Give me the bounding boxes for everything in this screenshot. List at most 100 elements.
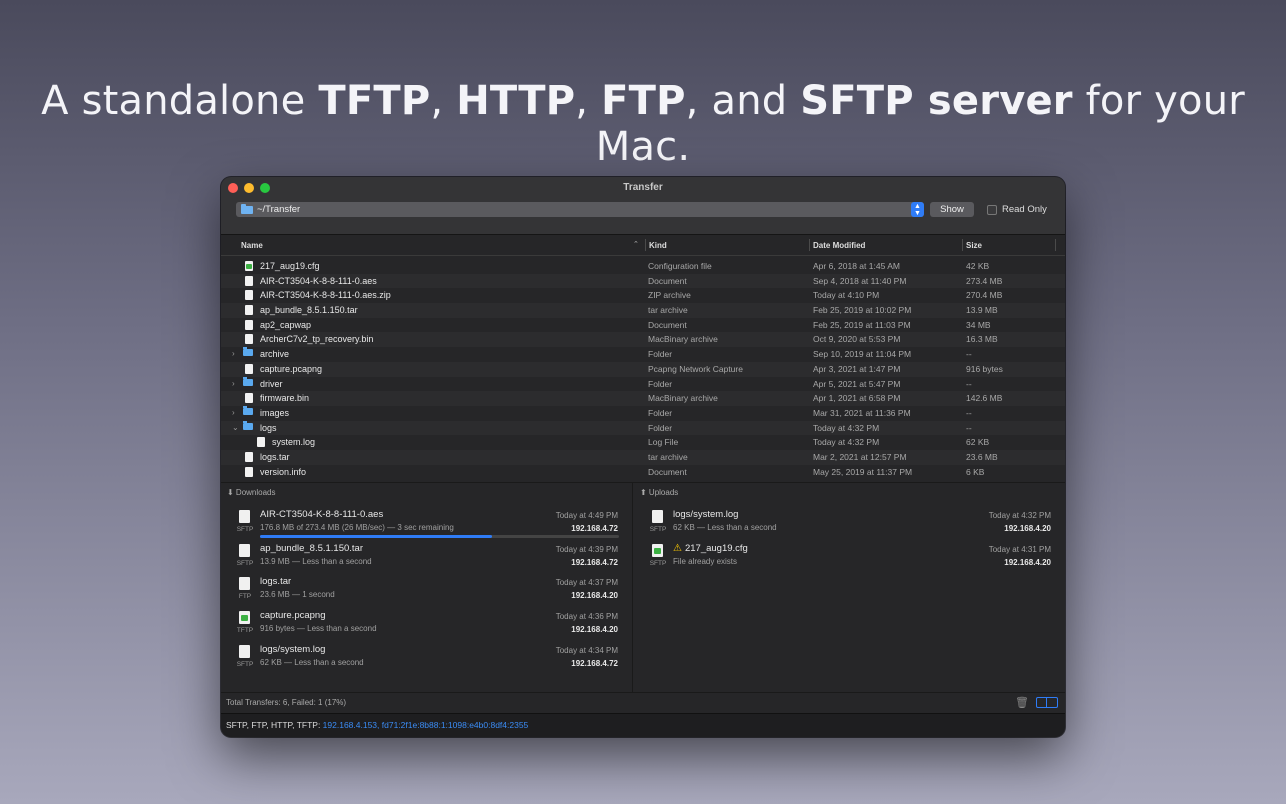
file-date: Mar 31, 2021 at 11:36 PM xyxy=(813,407,911,418)
disclosure-triangle-icon[interactable]: › xyxy=(232,408,235,417)
transfer-file-name: logs/system.log xyxy=(673,509,739,520)
file-name: logs xyxy=(260,422,277,433)
file-name: system.log xyxy=(272,437,316,448)
column-divider[interactable] xyxy=(809,239,810,251)
file-date: May 25, 2019 at 11:37 PM xyxy=(813,466,913,477)
transfer-item[interactable]: SFTP AIR-CT3504-K-8-8-111-0.aes 176.8 MB o… xyxy=(221,507,632,540)
transfer-item[interactable]: SFTP logs/system.log 62 KB — Less than a s… xyxy=(634,507,1065,540)
file-list[interactable]: 217_aug19.cfg Configuration file Apr 6, 20… xyxy=(221,256,1065,482)
transfer-detail: 62 KB — Less than a second xyxy=(260,657,364,667)
protocol-badge: FTP xyxy=(238,593,252,601)
transfer-item[interactable]: SFTP ap_bundle_8.5.1.150.tar 13.9 MB — Les… xyxy=(221,541,632,574)
file-size: 273.4 MB xyxy=(966,275,1003,286)
transfer-ip: 192.168.4.72 xyxy=(571,658,618,668)
protocol-badge: SFTP xyxy=(236,526,254,533)
document-icon xyxy=(245,290,253,301)
file-icon xyxy=(239,510,250,523)
path-popup[interactable]: ~/Transfer ▲ ▼ xyxy=(236,202,924,217)
column-date[interactable]: Date Modified xyxy=(813,241,865,250)
disclosure-triangle-icon[interactable]: › xyxy=(232,379,235,388)
transfer-time: Today at 4:32 PM xyxy=(988,511,1051,520)
file-size: 34 MB xyxy=(966,319,991,330)
transfer-ip: 192.168.4.72 xyxy=(571,524,618,533)
trash-icon[interactable]: 🗑 xyxy=(1015,696,1029,709)
file-kind: Document xyxy=(648,319,687,330)
file-date: Apr 6, 2018 at 1:45 AM xyxy=(813,261,900,271)
disclosure-triangle-icon[interactable]: › xyxy=(232,349,235,358)
file-row[interactable]: ArcherC7v2_tp_recovery.bin MacBinary arch… xyxy=(221,332,1065,348)
transfer-item[interactable]: SFTP logs/system.log 62 KB — Less than a s… xyxy=(221,642,632,675)
file-row[interactable]: › driver Folder Apr 5, 2021 at 5:47 PM -- xyxy=(221,376,1065,392)
transfer-file-name: capture.pcapng xyxy=(260,610,326,622)
transfer-detail: 23.6 MB — 1 second xyxy=(260,590,335,600)
file-row[interactable]: system.log Log File Today at 4:32 PM 62 KB xyxy=(221,435,1065,450)
column-name[interactable]: Name xyxy=(241,241,263,250)
transfer-file-name: logs.tar xyxy=(260,576,292,588)
app-window: Transfer ~/Transfer ▲ ▼ Show Read Only Na… xyxy=(221,177,1065,737)
headline-text: , and xyxy=(685,78,801,124)
file-kind: Folder xyxy=(648,378,673,389)
transfer-detail: 13.9 MB — Less than a second xyxy=(260,556,372,566)
transfer-detail: File already exists xyxy=(673,556,738,566)
document-icon xyxy=(245,334,253,345)
transfer-detail: 916 bytes — Less than a second xyxy=(260,624,377,634)
file-row[interactable]: 217_aug19.cfg Configuration file Apr 6, 20… xyxy=(221,259,1065,274)
file-row[interactable]: › archive Folder Sep 10, 2019 at 11:04 PM -- xyxy=(221,347,1065,362)
path-label: ~/Transfer xyxy=(257,204,301,215)
server-addresses[interactable]: 192.168.4.153, fd71:2f1e:8b88:1:1098:e4b… xyxy=(323,720,529,730)
transfer-item[interactable]: SFTP ⚠ 217_aug19.cfg File already exists Tod… xyxy=(634,541,1065,574)
show-button[interactable]: Show xyxy=(930,202,974,217)
file-date: Feb 25, 2019 at 11:03 PM xyxy=(813,319,911,330)
transfer-detail: 62 KB — Less than a second xyxy=(673,523,777,532)
transfer-name: ap_bundle_8.5.1.150.tar xyxy=(260,543,363,554)
transfer-time: Today at 4:39 PM xyxy=(555,544,618,554)
transfers-panes: ⬇ Downloads SFTP AIR-CT3504-K-8-8-111-0.a… xyxy=(221,482,1065,693)
transfer-file-name: AIR-CT3504-K-8-8-111-0.aes xyxy=(260,509,384,520)
read-only-toggle[interactable]: Read Only xyxy=(987,204,1047,215)
headline-bold: SFTP server xyxy=(800,78,1073,124)
document-icon xyxy=(245,393,253,404)
headline-bold: FTP xyxy=(601,78,686,124)
split-panes-icon[interactable] xyxy=(1036,697,1058,708)
transfer-ip: 192.168.4.20 xyxy=(571,591,618,601)
file-size: 16.3 MB xyxy=(966,334,998,345)
progress-bar xyxy=(260,535,619,538)
file-kind: Pcapng Network Capture xyxy=(648,363,743,374)
file-date: Sep 4, 2018 at 11:40 PM xyxy=(813,275,907,286)
column-divider[interactable] xyxy=(1055,239,1056,251)
file-kind: Log File xyxy=(648,437,679,448)
file-size: 62 KB xyxy=(966,437,990,448)
headline-text: , xyxy=(430,78,457,124)
file-date: Sep 10, 2019 at 11:04 PM xyxy=(813,349,912,360)
protocols-text: SFTP, FTP, HTTP, TFTP: xyxy=(226,720,323,730)
column-size[interactable]: Size xyxy=(966,241,982,250)
document-icon xyxy=(245,275,253,286)
server-protocols-label: SFTP, FTP, HTTP, TFTP: 192.168.4.153, fd… xyxy=(226,720,528,730)
file-row[interactable]: ap_bundle_8.5.1.150.tar tar archive Feb 25… xyxy=(221,303,1065,318)
document-icon xyxy=(257,437,265,448)
read-only-checkbox[interactable] xyxy=(987,204,997,215)
sort-ascending-icon: ⌃ xyxy=(633,241,639,248)
column-kind[interactable]: Kind xyxy=(649,241,667,250)
file-row[interactable]: ap2_capwap Document Feb 25, 2019 at 11:03 … xyxy=(221,318,1065,333)
file-name: AIR-CT3504-K-8-8-111-0.aes.zip xyxy=(260,290,391,301)
popup-arrows-icon[interactable]: ▲ ▼ xyxy=(911,202,924,217)
file-row[interactable]: AIR-CT3504-K-8-8-111-0.aes.zip ZIP archiv… xyxy=(221,288,1065,303)
disclosure-triangle-icon[interactable]: ⌄ xyxy=(232,423,239,432)
column-divider[interactable] xyxy=(645,239,646,251)
protocol-badge: SFTP xyxy=(649,526,667,533)
file-row[interactable]: ⌄ logs Folder Today at 4:32 PM -- xyxy=(221,420,1065,436)
column-divider[interactable] xyxy=(962,239,963,251)
document-icon xyxy=(245,319,253,330)
transfer-item[interactable]: TFTP capture.pcapng 916 bytes — Less than … xyxy=(221,608,632,641)
file-row[interactable]: logs.tar tar archive Mar 2, 2021 at 12:57 … xyxy=(221,449,1065,465)
file-name: ap_bundle_8.5.1.150.tar xyxy=(260,305,358,316)
file-row[interactable]: version.info Document May 25, 2019 at 11:3… xyxy=(221,465,1065,480)
file-row[interactable]: firmware.bin MacBinary archive Apr 1, 2021… xyxy=(221,391,1065,406)
file-row[interactable]: AIR-CT3504-K-8-8-111-0.aes Document Sep 4,… xyxy=(221,273,1065,289)
file-icon xyxy=(239,577,250,591)
file-row[interactable]: › images Folder Mar 31, 2021 at 11:36 PM -- xyxy=(221,405,1065,421)
file-kind: Configuration file xyxy=(648,261,712,271)
transfer-item[interactable]: FTP logs.tar 23.6 MB — 1 second Today at 4:… xyxy=(221,574,632,607)
file-row[interactable]: capture.pcapng Pcapng Network Capture Apr … xyxy=(221,361,1065,377)
